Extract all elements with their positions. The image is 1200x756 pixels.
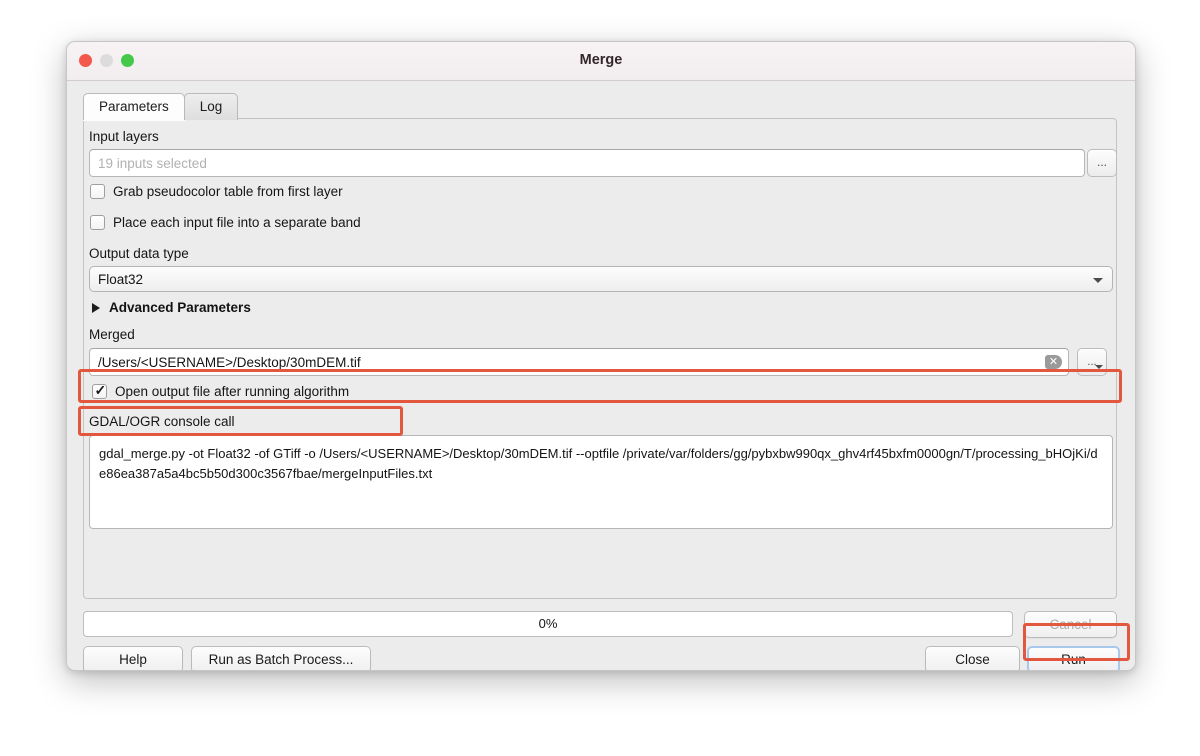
window-title: Merge <box>579 52 623 68</box>
separate-band-checkbox-row[interactable]: Place each input file into a separate ba… <box>90 215 361 230</box>
merged-browse-chevron-icon <box>1095 365 1103 369</box>
progress-bar: 0% <box>83 611 1013 637</box>
triangle-right-icon <box>92 302 100 313</box>
cancel-button: Cancel <box>1024 611 1117 638</box>
close-button[interactable]: Close <box>925 646 1020 670</box>
merged-output-field[interactable]: /Users/<USERNAME>/Desktop/30mDEM.tif <box>89 348 1069 376</box>
grab-pseudocolor-label: Grab pseudocolor table from first layer <box>113 184 343 199</box>
open-output-label: Open output file after running algorithm <box>115 384 350 399</box>
help-button[interactable]: Help <box>83 646 183 670</box>
tab-bar: Parameters Log <box>83 93 239 120</box>
console-call-text: gdal_merge.py -ot Float32 -of GTiff -o /… <box>89 435 1113 529</box>
output-data-type-value: Float32 <box>98 272 144 287</box>
grab-pseudocolor-checkbox-row[interactable]: Grab pseudocolor table from first layer <box>90 184 343 199</box>
dialog-body: Parameters Log Input layers 19 inputs se… <box>67 81 1135 670</box>
output-data-type-select[interactable]: Float32 <box>89 266 1113 292</box>
input-layers-field[interactable]: 19 inputs selected <box>89 149 1085 177</box>
merged-label: Merged <box>89 327 135 342</box>
chevron-down-icon <box>1093 278 1103 283</box>
console-call-label: GDAL/OGR console call <box>89 414 235 429</box>
input-layers-label: Input layers <box>89 129 159 144</box>
tab-parameters[interactable]: Parameters <box>83 93 185 120</box>
input-layers-browse-button[interactable]: ... <box>1087 149 1117 177</box>
open-output-checkbox-row[interactable]: Open output file after running algorithm <box>92 382 350 399</box>
merge-dialog-window: Merge Parameters Log Input layers 19 inp… <box>66 41 1136 671</box>
run-as-batch-button[interactable]: Run as Batch Process... <box>191 646 371 670</box>
advanced-parameters-label: Advanced Parameters <box>109 300 251 315</box>
window-titlebar: Merge <box>67 42 1135 81</box>
run-button[interactable]: Run <box>1027 646 1120 670</box>
separate-band-label: Place each input file into a separate ba… <box>113 215 361 230</box>
merged-browse-button[interactable]: ... <box>1077 348 1107 376</box>
output-data-type-label: Output data type <box>89 246 189 261</box>
separate-band-checkbox[interactable] <box>90 215 105 230</box>
tab-log[interactable]: Log <box>183 93 239 120</box>
grab-pseudocolor-checkbox[interactable] <box>90 184 105 199</box>
clear-x-icon[interactable]: ✕ <box>1045 355 1062 369</box>
open-output-checkbox[interactable] <box>92 382 107 399</box>
advanced-parameters-toggle[interactable]: Advanced Parameters <box>92 300 251 315</box>
parameters-panel: Input layers 19 inputs selected ... Grab… <box>83 118 1117 599</box>
